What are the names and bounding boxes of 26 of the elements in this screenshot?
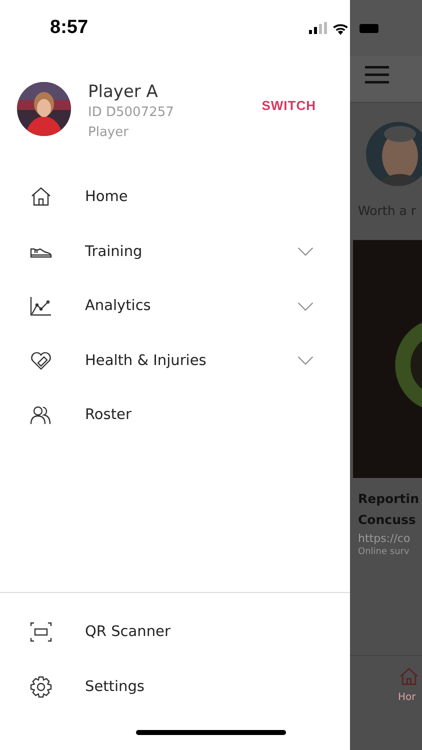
settings-icon	[29, 674, 53, 698]
menu-item[interactable]: Training	[85, 244, 297, 260]
menu-item[interactable]: Health & Injuries	[85, 352, 297, 369]
wifi-icon	[332, 22, 349, 34]
card-title: Reportin	[358, 490, 420, 508]
chart-icon	[29, 294, 53, 318]
card-source: Online surv	[358, 547, 410, 557]
tab-label[interactable]: Hor	[398, 692, 422, 703]
card-title: Concuss	[358, 511, 417, 529]
status-time: 8:57	[50, 17, 88, 39]
player-id: ID D5007257	[88, 104, 175, 122]
chevron-down-icon[interactable]	[297, 247, 314, 256]
menu-item[interactable]: Home	[85, 189, 350, 206]
player-role: Player	[88, 124, 130, 142]
card-url: https://co	[358, 531, 412, 547]
player-name: Player A	[88, 81, 159, 103]
switch-button[interactable]: SWITCH	[262, 94, 316, 117]
menu-item[interactable]: Roster	[85, 407, 350, 424]
scan-icon	[29, 620, 53, 644]
menu-icon[interactable]	[365, 66, 389, 84]
chevron-down-icon[interactable]	[297, 356, 314, 366]
menu-item[interactable]: Analytics	[85, 298, 297, 314]
menu-item[interactable]: QR Scanner	[85, 624, 350, 640]
chevron-down-icon[interactable]	[297, 302, 314, 311]
signal-icon	[308, 22, 328, 34]
menu-item[interactable]: Settings	[85, 678, 350, 694]
